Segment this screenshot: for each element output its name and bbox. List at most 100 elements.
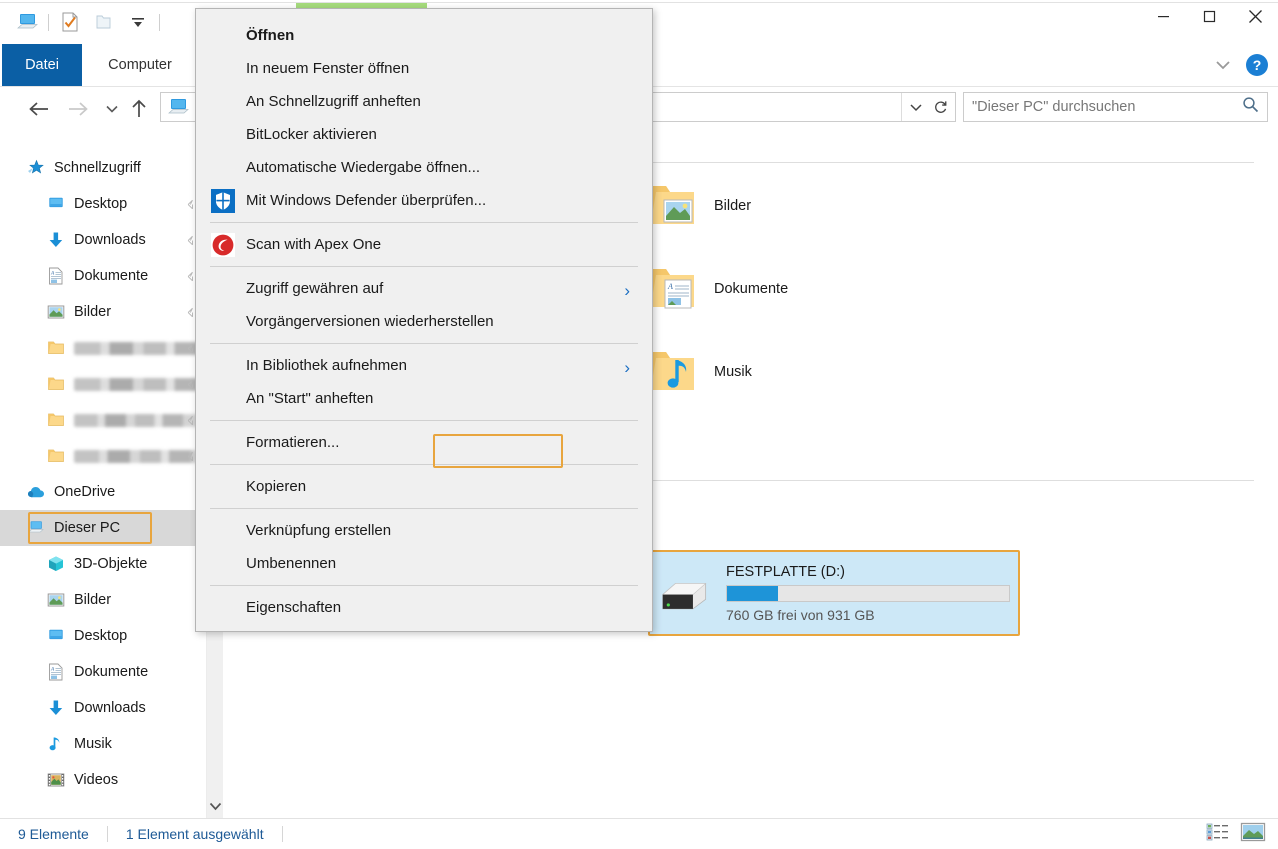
sidebar-item-dieser-pc[interactable]: Dieser PC bbox=[0, 510, 206, 546]
sidebar-item-desktop[interactable]: Desktop bbox=[0, 186, 206, 222]
sidebar-item-musik[interactable]: Musik bbox=[0, 726, 206, 762]
customize-dropdown-icon[interactable] bbox=[121, 8, 155, 36]
context-menu-item-bitlocker-aktivieren[interactable]: BitLocker aktivieren bbox=[196, 118, 652, 151]
context-menu-list: Öffnen In neuem Fenster öffnen An Schnellz… bbox=[196, 19, 652, 624]
window-controls bbox=[1140, 0, 1278, 32]
scroll-down-arrow-icon[interactable] bbox=[207, 796, 224, 816]
this-pc-icon[interactable] bbox=[10, 8, 44, 36]
context-menu-separator bbox=[210, 343, 638, 344]
context-menu-item-automatische-wiedergabe-öffnen[interactable]: Automatische Wiedergabe öffnen... bbox=[196, 151, 652, 184]
folder-tile-bilder[interactable]: Bilder bbox=[644, 182, 751, 230]
context-menu-item-label: In Bibliothek aufnehmen bbox=[246, 357, 407, 374]
context-menu-item-umbenennen[interactable]: Umbenennen bbox=[196, 547, 652, 580]
context-menu-item-label: Öffnen bbox=[246, 27, 294, 44]
sidebar-item-label: Schnellzugriff bbox=[54, 160, 141, 176]
context-menu-item-eigenschaften[interactable]: Eigenschaften bbox=[196, 591, 652, 624]
sidebar-item-schnellzugriff[interactable]: Schnellzugriff bbox=[0, 150, 206, 186]
back-button[interactable] bbox=[24, 95, 54, 123]
hard-drive-icon bbox=[658, 567, 712, 619]
context-menu-item-scan-with-apex-one[interactable]: Scan with Apex One bbox=[196, 228, 652, 261]
folder-name: Bilder bbox=[714, 198, 751, 214]
context-menu-item-label: Verknüpfung erstellen bbox=[246, 522, 391, 539]
sidebar-item-label: Musik bbox=[74, 736, 112, 752]
apex-one-icon bbox=[206, 233, 240, 257]
sidebar-item-downloads[interactable]: Downloads bbox=[0, 690, 206, 726]
sidebar-item-onedrive[interactable]: OneDrive bbox=[0, 474, 206, 510]
submenu-arrow-icon: › bbox=[624, 281, 630, 301]
context-menu-item-label: Mit Windows Defender überprüfen... bbox=[246, 192, 486, 209]
context-menu-item-in-bibliothek-aufnehmen[interactable]: In Bibliothek aufnehmen› bbox=[196, 349, 652, 382]
sidebar-item-bilder[interactable]: Bilder bbox=[0, 294, 206, 330]
context-menu-item-zugriff-gewähren-auf[interactable]: Zugriff gewähren auf› bbox=[196, 272, 652, 305]
details-view-button[interactable] bbox=[1206, 823, 1230, 846]
context-menu-item-an-schnellzugriff-anheften[interactable]: An Schnellzugriff anheften bbox=[196, 85, 652, 118]
sidebar-item-label: Dokumente bbox=[74, 268, 148, 284]
refresh-button[interactable] bbox=[926, 92, 956, 122]
context-menu-item-mit-windows-defender-überprüfen[interactable]: Mit Windows Defender überprüfen... bbox=[196, 184, 652, 217]
onedrive-cloud-icon bbox=[24, 483, 48, 501]
toolbar-separator-2 bbox=[159, 14, 160, 31]
help-icon[interactable]: ? bbox=[1246, 54, 1268, 76]
folder-icon bbox=[44, 447, 68, 465]
tab-computer-label: Computer bbox=[108, 57, 172, 73]
sidebar-item-dokumente[interactable]: A Dokumente bbox=[0, 258, 206, 294]
sidebar-item-redacted-5[interactable] bbox=[0, 330, 206, 366]
forward-button[interactable] bbox=[63, 95, 93, 123]
context-menu-item-label: Vorgängerversionen wiederherstellen bbox=[246, 313, 494, 330]
sidebar-item-dokumente[interactable]: A Dokumente bbox=[0, 654, 206, 690]
address-dropdown-icon[interactable] bbox=[901, 93, 929, 121]
maximize-button[interactable] bbox=[1186, 0, 1232, 32]
tab-computer[interactable]: Computer bbox=[90, 44, 190, 86]
minimize-button[interactable] bbox=[1140, 0, 1186, 32]
tab-datei[interactable]: Datei bbox=[2, 44, 82, 86]
up-button[interactable] bbox=[124, 95, 154, 123]
sidebar-item-label: Desktop bbox=[74, 196, 127, 212]
search-input[interactable]: "Dieser PC" durchsuchen bbox=[963, 92, 1268, 122]
drive-free-text: 760 GB frei von 931 GB bbox=[726, 607, 1010, 623]
sidebar-item-bilder[interactable]: Bilder bbox=[0, 582, 206, 618]
address-this-pc-icon bbox=[161, 98, 195, 116]
recent-locations-button[interactable] bbox=[97, 95, 127, 123]
context-menu-item-verknüpfung-erstellen[interactable]: Verknüpfung erstellen bbox=[196, 514, 652, 547]
context-menu-item-kopieren[interactable]: Kopieren bbox=[196, 470, 652, 503]
context-menu-item-label: An Schnellzugriff anheften bbox=[246, 93, 421, 110]
context-menu-item-label: In neuem Fenster öffnen bbox=[246, 60, 409, 77]
sidebar-item-videos[interactable]: Videos bbox=[0, 762, 206, 798]
sidebar-item-redacted-7[interactable] bbox=[0, 402, 206, 438]
large-icons-view-button[interactable] bbox=[1240, 822, 1266, 847]
context-menu-item-in-neuem-fenster-öffnen[interactable]: In neuem Fenster öffnen bbox=[196, 52, 652, 85]
sidebar-item-redacted-6[interactable] bbox=[0, 366, 206, 402]
context-menu-item-label: Kopieren bbox=[246, 478, 306, 495]
sidebar-item-desktop[interactable]: Desktop bbox=[0, 618, 206, 654]
folder-tile-dokumente[interactable]: A Dokumente bbox=[644, 265, 788, 313]
drive-usage-bar bbox=[726, 585, 1010, 602]
chevron-down-icon[interactable] bbox=[1206, 50, 1240, 80]
context-menu-separator bbox=[210, 464, 638, 465]
context-menu-item-formatieren[interactable]: Formatieren... bbox=[196, 426, 652, 459]
sidebar-item-label: Dokumente bbox=[74, 664, 148, 680]
this-pc-icon bbox=[24, 520, 48, 536]
close-button[interactable] bbox=[1232, 0, 1278, 32]
quick-access-toolbar bbox=[10, 8, 164, 36]
context-menu-item-label: Eigenschaften bbox=[246, 599, 341, 616]
sidebar-item-3d-objekte[interactable]: 3D-Objekte bbox=[0, 546, 206, 582]
view-mode-buttons bbox=[1206, 822, 1266, 847]
search-icon[interactable] bbox=[1242, 96, 1259, 118]
context-menu-item-vorgängerversionen-wiederherstellen[interactable]: Vorgängerversionen wiederherstellen bbox=[196, 305, 652, 338]
desktop-icon bbox=[44, 628, 68, 644]
context-menu-separator bbox=[210, 585, 638, 586]
context-menu-separator bbox=[210, 420, 638, 421]
sidebar-item-downloads[interactable]: Downloads bbox=[0, 222, 206, 258]
context-menu: Öffnen In neuem Fenster öffnen An Schnellz… bbox=[195, 8, 653, 632]
svg-text:A: A bbox=[667, 282, 673, 291]
folder-tile-musik[interactable]: Musik bbox=[644, 348, 752, 396]
context-menu-item-öffnen[interactable]: Öffnen bbox=[196, 19, 652, 52]
context-menu-item-an-start-anheften[interactable]: An "Start" anheften bbox=[196, 382, 652, 415]
folder-name: Musik bbox=[714, 364, 752, 380]
ribbon-right-controls: ? bbox=[1206, 44, 1274, 86]
new-folder-icon[interactable] bbox=[87, 8, 121, 36]
drive-tile-festplatte-d[interactable]: FESTPLATTE (D:) 760 GB frei von 931 GB bbox=[650, 552, 1018, 634]
properties-icon[interactable] bbox=[53, 8, 87, 36]
sidebar-item-redacted-8[interactable] bbox=[0, 438, 206, 474]
sidebar-item-label: Downloads bbox=[74, 232, 146, 248]
